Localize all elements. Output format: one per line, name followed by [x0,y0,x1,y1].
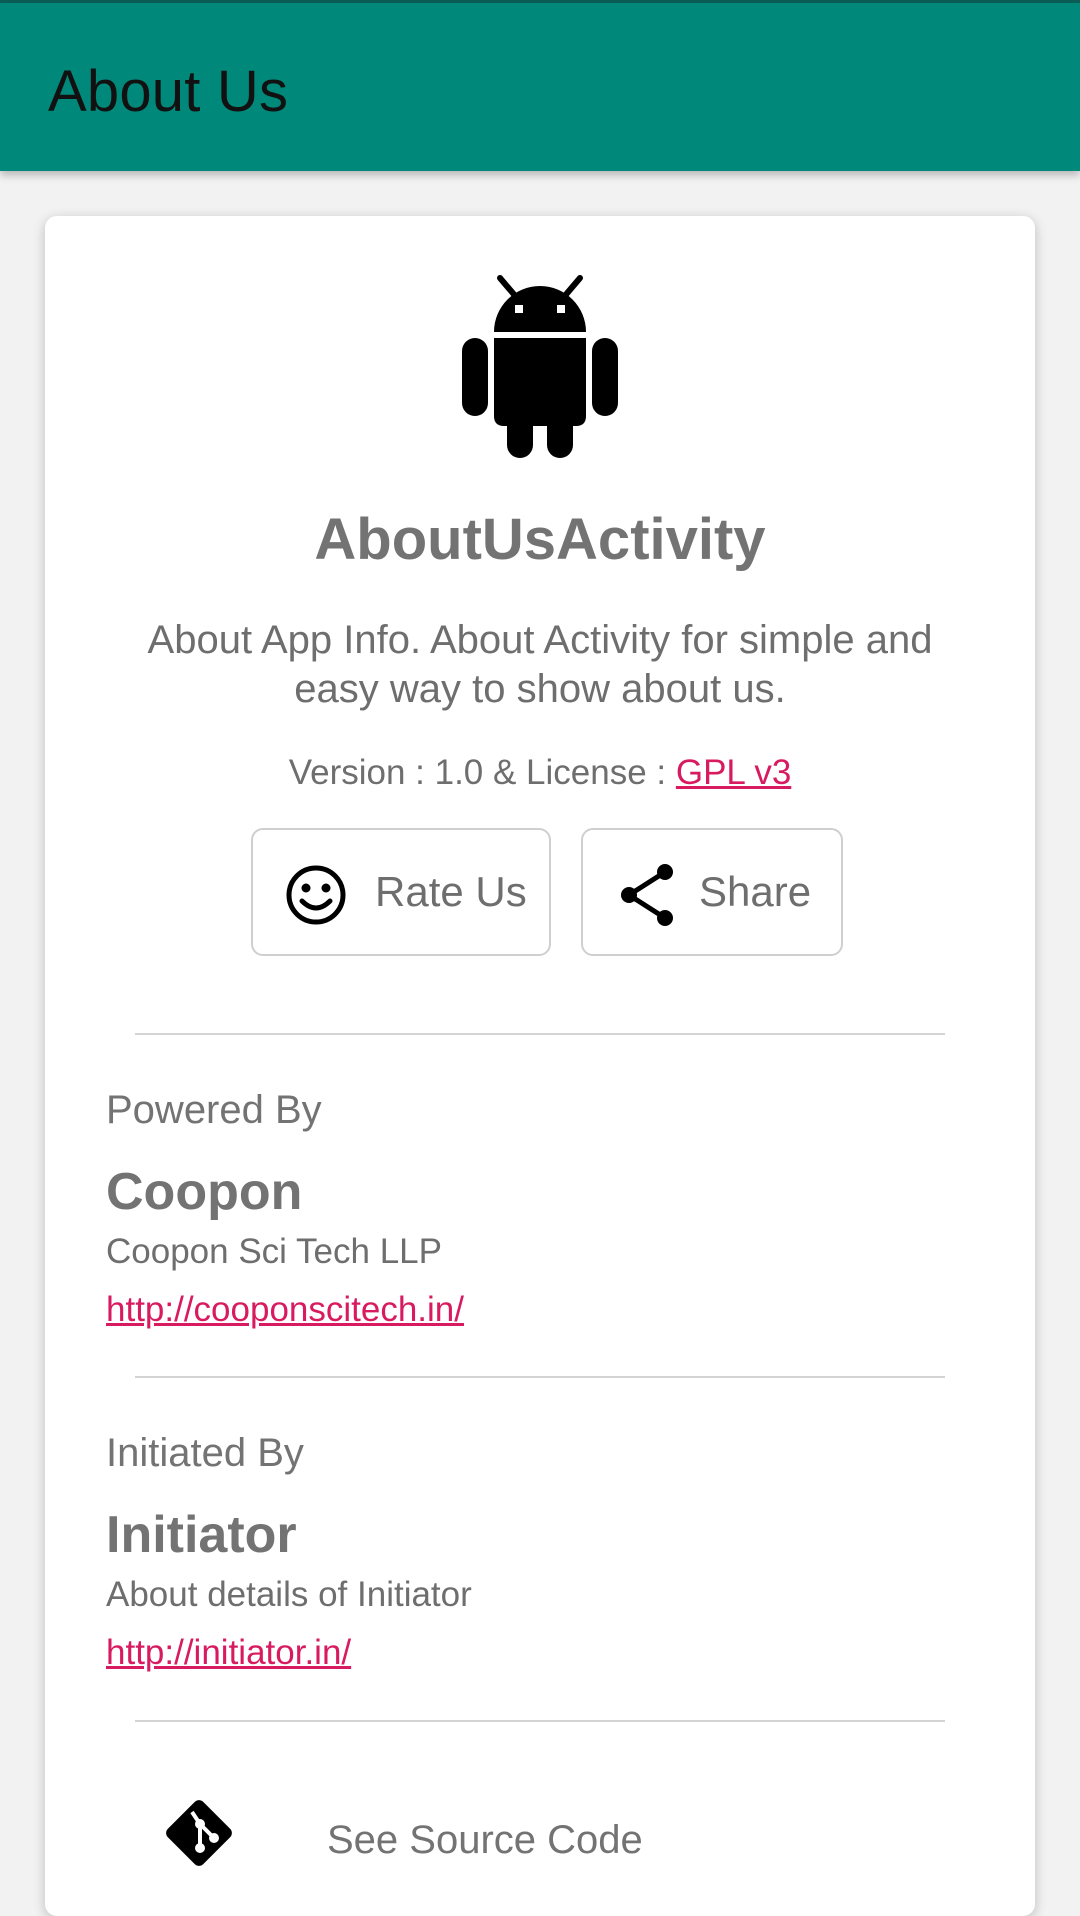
powered-by-caption: Powered By [106,1088,322,1132]
divider [135,1720,945,1722]
app-bar: About Us [0,3,1080,171]
version-text: Version : 1.0 & License : [288,753,676,792]
app-description: About App Info. About Activity for simpl… [147,618,933,711]
divider [135,1033,945,1035]
git-icon [166,1800,232,1866]
initiated-by-details: About details of Initiator [106,1575,472,1614]
initiated-by-caption: Initiated By [106,1431,304,1475]
divider [135,1376,945,1378]
android-icon [462,275,618,458]
initiated-by-link[interactable]: http://initiator.in/ [106,1633,351,1673]
version-license-line: Version : 1.0 & License : GPL v3 [45,753,1035,793]
see-source-code-item[interactable]: See Source Code [45,1776,1035,1896]
app-name: AboutUsActivity [314,507,766,572]
share-button[interactable]: Share [581,828,843,956]
page-title: About Us [48,59,289,124]
see-source-code-label: See Source Code [327,1818,643,1862]
powered-by-link[interactable]: http://cooponscitech.in/ [106,1290,464,1330]
smiley-icon [286,865,346,925]
initiated-by-name: Initiator [106,1506,297,1564]
rate-us-button[interactable]: Rate Us [251,828,551,956]
license-link[interactable]: GPL v3 [676,753,791,792]
powered-by-company: Coopon Sci Tech LLP [106,1232,442,1271]
rate-us-label: Rate Us [375,868,527,915]
share-label: Share [699,868,812,915]
powered-by-name: Coopon [106,1163,303,1221]
about-card: AboutUsActivity About App Info. About Ac… [45,216,1035,1916]
share-icon [621,864,673,926]
